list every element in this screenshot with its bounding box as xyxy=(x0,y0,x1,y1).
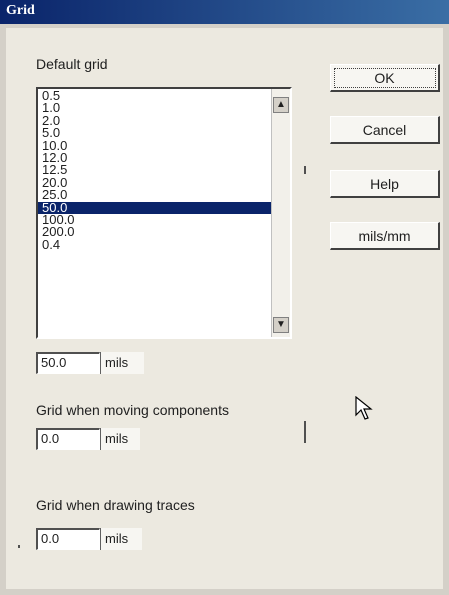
moving-grid-label: Grid when moving components xyxy=(36,402,229,418)
grid-list-items: 0.5 1.0 2.0 5.0 10.0 12.0 12.5 20.0 25.0 50.0 100.… xyxy=(38,89,272,251)
grid-list-item[interactable]: 25.0 xyxy=(38,188,272,201)
title-bar[interactable]: Grid xyxy=(0,0,449,24)
divider-mark xyxy=(304,166,306,174)
ok-button[interactable]: OK xyxy=(330,64,440,92)
drawing-grid-unit: mils xyxy=(100,528,142,550)
help-button[interactable]: Help xyxy=(330,170,440,198)
grid-list-item[interactable]: 10.0 xyxy=(38,138,272,152)
default-grid-unit: mils xyxy=(100,352,144,374)
scroll-up-icon[interactable]: ▲ xyxy=(273,97,289,113)
drawing-grid-label: Grid when drawing traces xyxy=(36,497,195,513)
default-grid-listbox[interactable]: 0.5 1.0 2.0 5.0 10.0 12.0 12.5 20.0 25.0 50.0 100.… xyxy=(36,87,292,339)
grid-list-item[interactable]: 20.0 xyxy=(38,176,272,189)
scroll-down-icon[interactable]: ▼ xyxy=(273,317,289,333)
grid-list-item[interactable]: 5.0 xyxy=(38,126,272,139)
grid-dialog: Grid Default grid 0.5 1.0 2.0 5.0 10.0 12.0 12… xyxy=(0,0,449,595)
divider-mark xyxy=(18,545,20,548)
grid-list-item[interactable]: 0.4 xyxy=(38,237,272,251)
listbox-scrollbar[interactable]: ▲ ▼ xyxy=(271,89,290,337)
grid-list-item[interactable]: 2.0 xyxy=(38,114,272,127)
default-grid-value-input[interactable]: 50.0 xyxy=(36,352,100,374)
mouse-pointer-icon xyxy=(355,396,373,420)
units-toggle-button[interactable]: mils/mm xyxy=(330,222,440,250)
grid-list-item[interactable]: 0.5 xyxy=(38,89,272,102)
grid-list-item[interactable]: 12.5 xyxy=(38,163,272,176)
moving-grid-unit: mils xyxy=(100,428,140,450)
grid-list-item[interactable]: 1.0 xyxy=(38,101,272,114)
grid-list-item[interactable]: 200.0 xyxy=(38,225,272,238)
window-title: Grid xyxy=(6,3,35,18)
cancel-button[interactable]: Cancel xyxy=(330,116,440,144)
moving-grid-value-input[interactable]: 0.0 xyxy=(36,428,100,450)
drawing-grid-value-input[interactable]: 0.0 xyxy=(36,528,100,550)
divider-mark xyxy=(304,421,306,443)
grid-list-item[interactable]: 12.0 xyxy=(38,151,272,164)
default-grid-label: Default grid xyxy=(36,56,108,72)
